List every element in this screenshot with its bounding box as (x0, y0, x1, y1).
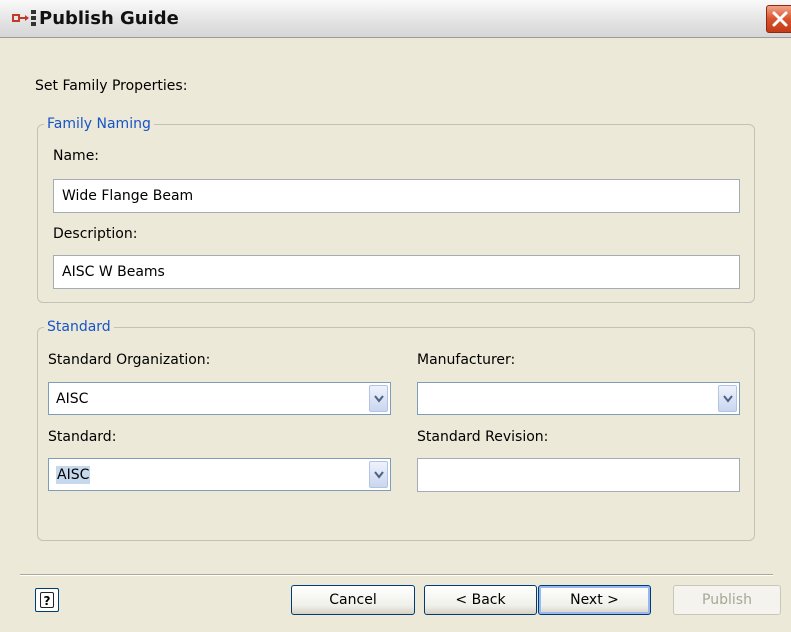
chevron-down-icon (374, 471, 384, 479)
back-button[interactable]: < Back (424, 585, 537, 615)
chevron-down-icon (374, 395, 384, 403)
close-icon (772, 11, 788, 27)
standard-revision-label: Standard Revision: (417, 429, 549, 445)
footer-divider (20, 574, 773, 576)
publish-guide-dialog: Publish Guide Set Family Properties: Fam… (0, 0, 791, 632)
standard-revision-field[interactable] (417, 458, 740, 492)
standard-legend: Standard (44, 319, 114, 335)
manufacturer-dropdown-button[interactable] (718, 385, 737, 412)
name-label: Name: (53, 148, 100, 164)
standard-organization-label: Standard Organization: (48, 352, 211, 368)
name-field[interactable]: Wide Flange Beam (53, 179, 740, 213)
help-icon: ? (40, 592, 54, 608)
manufacturer-select[interactable] (417, 382, 740, 415)
title-bar[interactable]: Publish Guide (0, 0, 791, 38)
close-button[interactable] (766, 5, 791, 33)
standard-organization-dropdown-button[interactable] (369, 385, 388, 412)
standard-select[interactable]: AISC (48, 458, 391, 491)
standard-label: Standard: (48, 429, 117, 445)
dialog-content: Set Family Properties: Family Naming Nam… (0, 38, 791, 632)
help-button[interactable]: ? (35, 588, 59, 612)
publish-button[interactable]: Publish (673, 585, 781, 615)
manufacturer-label: Manufacturer: (417, 352, 516, 368)
family-naming-legend: Family Naming (44, 116, 154, 132)
standard-organization-select[interactable]: AISC (48, 382, 391, 415)
cancel-button[interactable]: Cancel (291, 585, 415, 615)
description-field[interactable]: AISC W Beams (53, 255, 740, 289)
description-label: Description: (53, 226, 138, 242)
set-family-properties-label: Set Family Properties: (35, 78, 188, 94)
chevron-down-icon (723, 395, 733, 403)
publish-guide-icon (12, 10, 36, 26)
window-title: Publish Guide (39, 8, 179, 29)
standard-organization-value: AISC (56, 391, 89, 407)
standard-dropdown-button[interactable] (369, 461, 388, 488)
standard-value: AISC (56, 466, 91, 484)
next-button[interactable]: Next > (538, 585, 651, 615)
